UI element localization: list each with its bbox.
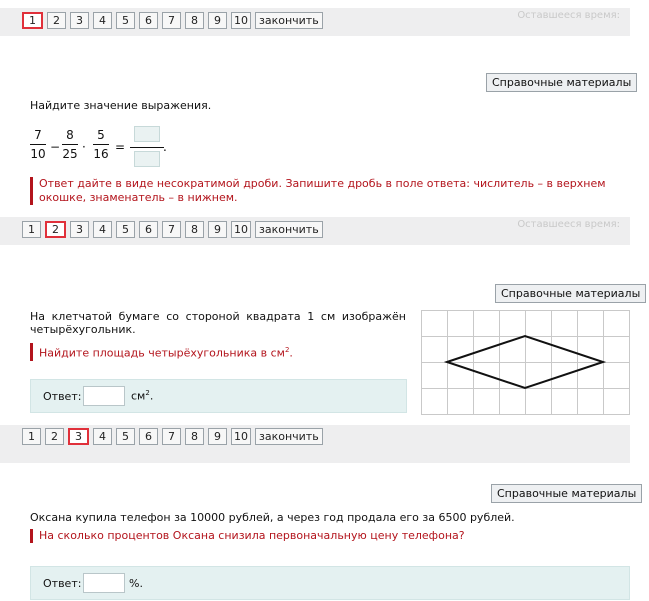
answer-input[interactable]	[83, 573, 125, 593]
page-button-10[interactable]: 10	[231, 12, 251, 29]
page-buttons: 1 2 3 4 5 6 7 8 9 10 закончить	[22, 221, 323, 238]
page-button-7[interactable]: 7	[162, 428, 181, 445]
task-prompt: На клетчатой бумаге со стороной квадрата…	[30, 310, 406, 336]
task-panel-3: 1 2 3 4 5 6 7 8 9 10 закончить Справочны…	[0, 425, 649, 601]
page-button-2[interactable]: 2	[45, 221, 66, 238]
page-button-3[interactable]: 3	[68, 428, 89, 445]
answer-unit: %.	[129, 577, 143, 590]
page-button-10[interactable]: 10	[231, 428, 251, 445]
task-prompt: Оксана купила телефон за 10000 рублей, а…	[30, 511, 515, 524]
answer-fraction-bar	[130, 147, 164, 148]
page-button-5[interactable]: 5	[116, 428, 135, 445]
page-button-8[interactable]: 8	[185, 12, 204, 29]
page-buttons: 1 2 3 4 5 6 7 8 9 10 закончить	[22, 12, 323, 29]
finish-button[interactable]: закончить	[255, 12, 323, 29]
page-button-8[interactable]: 8	[185, 221, 204, 238]
page-button-4[interactable]: 4	[93, 428, 112, 445]
finish-button[interactable]: закончить	[255, 221, 323, 238]
period-mark: .	[163, 140, 167, 154]
page-button-1[interactable]: 1	[22, 221, 41, 238]
page-button-5[interactable]: 5	[116, 12, 135, 29]
page-button-2[interactable]: 2	[45, 428, 64, 445]
page-button-9[interactable]: 9	[208, 221, 227, 238]
remaining-time-label: Оставшееся время:	[517, 219, 620, 230]
quadrilateral-grid-figure	[421, 310, 630, 415]
page-button-10[interactable]: 10	[231, 221, 251, 238]
task-navbar-1: 1 2 3 4 5 6 7 8 9 10 закончить Оставшеес…	[0, 8, 630, 36]
remaining-time-label: Оставшееся время:	[517, 10, 620, 21]
page-button-3[interactable]: 3	[70, 221, 89, 238]
page-button-5[interactable]: 5	[116, 221, 135, 238]
denominator-answer-input[interactable]	[134, 151, 160, 167]
finish-button[interactable]: закончить	[255, 428, 323, 445]
task-navbar-2: 1 2 3 4 5 6 7 8 9 10 закончить Оставшеес…	[0, 217, 630, 245]
page-button-9[interactable]: 9	[208, 12, 227, 29]
multiply-sign: ·	[82, 140, 86, 154]
page-button-1[interactable]: 1	[22, 12, 43, 29]
page-button-6[interactable]: 6	[139, 221, 158, 238]
task-panel-2: 1 2 3 4 5 6 7 8 9 10 закончить Оставшеес…	[0, 215, 649, 425]
task-navbar-3: 1 2 3 4 5 6 7 8 9 10 закончить	[0, 425, 630, 463]
reference-materials-button[interactable]: Справочные материалы	[486, 73, 638, 92]
fraction-7-10: 7 10	[30, 128, 46, 161]
percent-instruction: На сколько процентов Оксана снизила перв…	[30, 529, 465, 543]
page-button-4[interactable]: 4	[93, 12, 112, 29]
page-button-4[interactable]: 4	[93, 221, 112, 238]
answer-input[interactable]	[83, 386, 125, 406]
fraction-8-25: 8 25	[62, 128, 78, 161]
task-prompt: Найдите значение выражения.	[30, 99, 212, 112]
page-button-6[interactable]: 6	[139, 428, 158, 445]
page-button-9[interactable]: 9	[208, 428, 227, 445]
task-panel-1: 1 2 3 4 5 6 7 8 9 10 закончить Оставшеес…	[0, 0, 649, 215]
page-button-1[interactable]: 1	[22, 428, 41, 445]
page-button-2[interactable]: 2	[47, 12, 66, 29]
answer-label: Ответ:	[43, 390, 82, 403]
numerator-answer-input[interactable]	[134, 126, 160, 142]
fraction-5-16: 5 16	[93, 128, 109, 161]
answer-area: Ответ: см2.	[30, 379, 407, 413]
answer-instruction: Ответ дайте в виде несократимой дроби. З…	[30, 177, 627, 205]
page-button-7[interactable]: 7	[162, 221, 181, 238]
reference-materials-button[interactable]: Справочные материалы	[491, 484, 643, 503]
page-button-6[interactable]: 6	[139, 12, 158, 29]
answer-label: Ответ:	[43, 577, 82, 590]
minus-sign: −	[50, 140, 61, 154]
page-button-8[interactable]: 8	[185, 428, 204, 445]
area-instruction: Найдите площадь четырёхугольника в см2.	[30, 343, 293, 361]
equals-sign: =	[115, 140, 126, 154]
answer-area: Ответ: %.	[30, 566, 630, 600]
page-button-7[interactable]: 7	[162, 12, 181, 29]
reference-materials-button[interactable]: Справочные материалы	[495, 284, 647, 303]
answer-unit: см2.	[131, 389, 154, 403]
page-buttons: 1 2 3 4 5 6 7 8 9 10 закончить	[22, 428, 323, 445]
page-button-3[interactable]: 3	[70, 12, 89, 29]
